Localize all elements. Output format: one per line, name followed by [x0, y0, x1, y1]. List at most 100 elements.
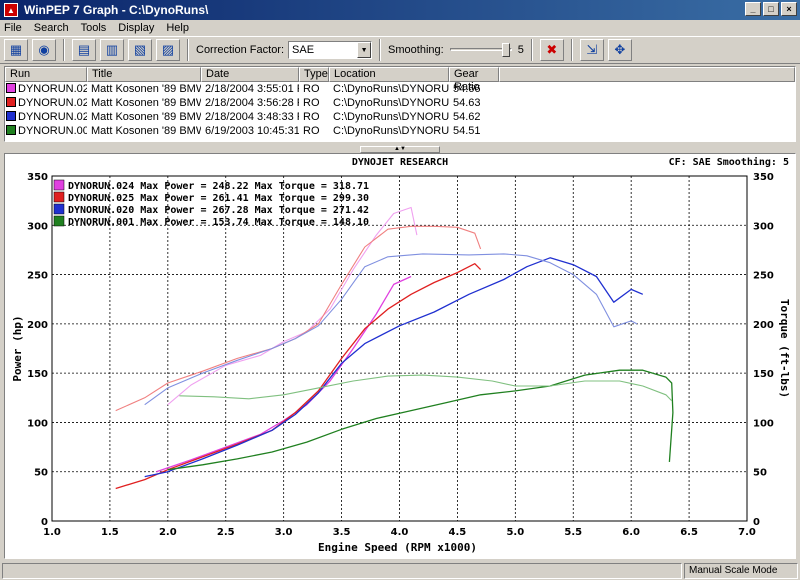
correction-factor-value: SAE	[292, 44, 315, 56]
cell-text: DYNORUN.001	[18, 125, 87, 137]
graph-info: CF: SAE Smoothing: 5	[669, 156, 789, 168]
legend-swatch	[53, 215, 65, 227]
x-tick-label: 5.0	[506, 527, 524, 538]
cell-location: C:\DynoRuns\DYNORUN.020	[329, 110, 449, 124]
cell-title: Matt Kosonen '89 BMW 325i	[87, 96, 201, 110]
window-title-bar[interactable]: ▲ WinPEP 7 Graph - C:\DynoRuns\ _ □ ×	[0, 0, 800, 20]
cell-date: 2/18/2004 3:48:33 PM	[201, 110, 299, 124]
chart-3d-icon[interactable]: ▤	[72, 39, 96, 61]
gauge-icon[interactable]: ◉	[32, 39, 56, 61]
cell-text: C:\DynoRuns\DYNORUN.025	[333, 97, 449, 109]
cell-type: RO	[299, 110, 329, 124]
cell-date: 6/19/2003 10:45:31 AM	[201, 124, 299, 138]
minimize-button[interactable]: _	[745, 2, 761, 16]
correction-factor-label: Correction Factor:	[196, 44, 285, 56]
legend-entry: DYNORUN.020 Max Power = 267.28 Max Torqu…	[68, 205, 369, 216]
dyno-chart: DYNOJET RESEARCH CF: SAE Smoothing: 5 1.0 1…	[11, 156, 791, 554]
toolbar: ▦ ◉ ▤ ▥ ▧ ▨ Correction Factor: SAE ▼ Smo…	[0, 36, 800, 64]
y2-tick-label: 300	[753, 221, 774, 232]
col-title[interactable]: Title	[87, 67, 201, 82]
cell-text: RO	[303, 125, 320, 137]
run-color-swatch[interactable]	[6, 83, 16, 93]
menu-search[interactable]: Search	[34, 22, 69, 34]
menu-tools[interactable]: Tools	[81, 22, 107, 34]
clear-graph-icon[interactable]: ✖	[539, 39, 564, 61]
cell-text: 54.51	[453, 125, 481, 137]
x-tick-label: 6.0	[622, 527, 640, 538]
legend-swatch	[53, 179, 65, 191]
maximize-button[interactable]: □	[763, 2, 779, 16]
slider-thumb[interactable]	[501, 43, 510, 57]
cell-text: 54.63	[453, 97, 481, 109]
table-row[interactable]: DYNORUN.024 Matt Kosonen '89 BMW 325i 2/18…	[5, 82, 795, 96]
run-color-swatch[interactable]	[6, 97, 16, 107]
cell-text: DYNORUN.025	[18, 97, 87, 109]
y2-tick-label: 50	[753, 468, 767, 479]
cell-text: RO	[303, 83, 320, 95]
chart-line-icon[interactable]: ▥	[100, 39, 124, 61]
correction-factor-select[interactable]: SAE ▼	[288, 41, 373, 59]
col-date[interactable]: Date	[201, 67, 299, 82]
x-tick-label: 4.5	[449, 527, 467, 538]
menu-bar: File Search Tools Display Help	[0, 20, 800, 36]
x-tick-label: 2.5	[217, 527, 235, 538]
smoothing-value: 5	[517, 44, 524, 56]
y2-tick-label: 350	[753, 172, 774, 183]
cell-gear: 54.51	[449, 124, 499, 138]
cell-text: 6/19/2003 10:45:31 AM	[205, 125, 299, 137]
cell-text: C:\DynoRuns\DYNORUN.001	[333, 125, 449, 137]
cell-type: RO	[299, 96, 329, 110]
x-tick-label: 1.5	[101, 527, 119, 538]
menu-display[interactable]: Display	[118, 22, 154, 34]
cell-text: RO	[303, 111, 320, 123]
cell-text: 2/18/2004 3:48:33 PM	[205, 111, 299, 123]
cell-text: Matt Kosonen '89 BMW 325i	[91, 97, 201, 109]
cell-title: Matt Kosonen '89 BMW 325i	[87, 110, 201, 124]
chevron-down-icon[interactable]: ▼	[357, 42, 372, 58]
graph-title: DYNOJET RESEARCH	[352, 157, 448, 168]
col-gear-ratio[interactable]: Gear Ratio	[449, 67, 499, 93]
cursor-icon[interactable]: ⇲	[579, 39, 604, 61]
cell-date: 2/18/2004 3:55:01 PM	[201, 82, 299, 96]
col-location[interactable]: Location	[329, 67, 449, 82]
chart-multi-icon[interactable]: ▧	[128, 39, 152, 61]
y2-tick-label: 150	[753, 369, 774, 380]
graph-panel: DYNOJET RESEARCH CF: SAE Smoothing: 5 1.0 1…	[4, 153, 796, 559]
chart-stack-icon[interactable]: ▨	[156, 39, 180, 61]
move-axes-icon[interactable]: ✥	[607, 39, 632, 61]
legend-swatch	[53, 203, 65, 215]
table-row[interactable]: DYNORUN.025 Matt Kosonen '89 BMW 325i 2/18…	[5, 96, 795, 110]
legend-swatch	[53, 191, 65, 203]
run-table: Run Title Date Type Location Gear Ratio …	[4, 66, 796, 142]
y-tick-label: 250	[27, 271, 48, 282]
menu-file[interactable]: File	[4, 22, 22, 34]
menu-help[interactable]: Help	[166, 22, 189, 34]
legend-entry: DYNORUN.024 Max Power = 248.22 Max Torqu…	[68, 181, 369, 192]
run-color-swatch[interactable]	[6, 111, 16, 121]
table-row[interactable]: DYNORUN.020 Matt Kosonen '89 BMW 325i 2/18…	[5, 110, 795, 124]
smoothing-label: Smoothing:	[388, 44, 444, 56]
y2-tick-label: 250	[753, 271, 774, 282]
cell-title: Matt Kosonen '89 BMW 325i	[87, 124, 201, 138]
run-color-swatch[interactable]	[6, 125, 16, 135]
window-title: WinPEP 7 Graph - C:\DynoRuns\	[24, 3, 209, 17]
cell-text: 54.62	[453, 111, 481, 123]
app-icon: ▲	[4, 3, 18, 17]
cell-text: 54.66	[453, 83, 481, 95]
table-row[interactable]: DYNORUN.001 Matt Kosonen '89 BMW 325i 6/19…	[5, 124, 795, 138]
close-button[interactable]: ×	[781, 2, 797, 16]
grid-view-icon[interactable]: ▦	[4, 39, 28, 61]
y-tick-label: 100	[27, 418, 48, 429]
col-run[interactable]: Run	[5, 67, 87, 82]
legend-entry: DYNORUN.001 Max Power = 153.74 Max Torqu…	[68, 217, 369, 228]
cell-run: DYNORUN.020	[5, 110, 87, 124]
cell-text: DYNORUN.020	[18, 111, 87, 123]
cell-text: 2/18/2004 3:56:28 PM	[205, 97, 299, 109]
x-tick-label: 5.5	[564, 527, 582, 538]
cell-text: 2/18/2004 3:55:01 PM	[205, 83, 299, 95]
col-type[interactable]: Type	[299, 67, 329, 82]
y-tick-label: 150	[27, 369, 48, 380]
smoothing-slider[interactable]	[448, 41, 514, 59]
y2-tick-label: 100	[753, 418, 774, 429]
splitter-handle[interactable]: ▲▼	[360, 146, 440, 153]
